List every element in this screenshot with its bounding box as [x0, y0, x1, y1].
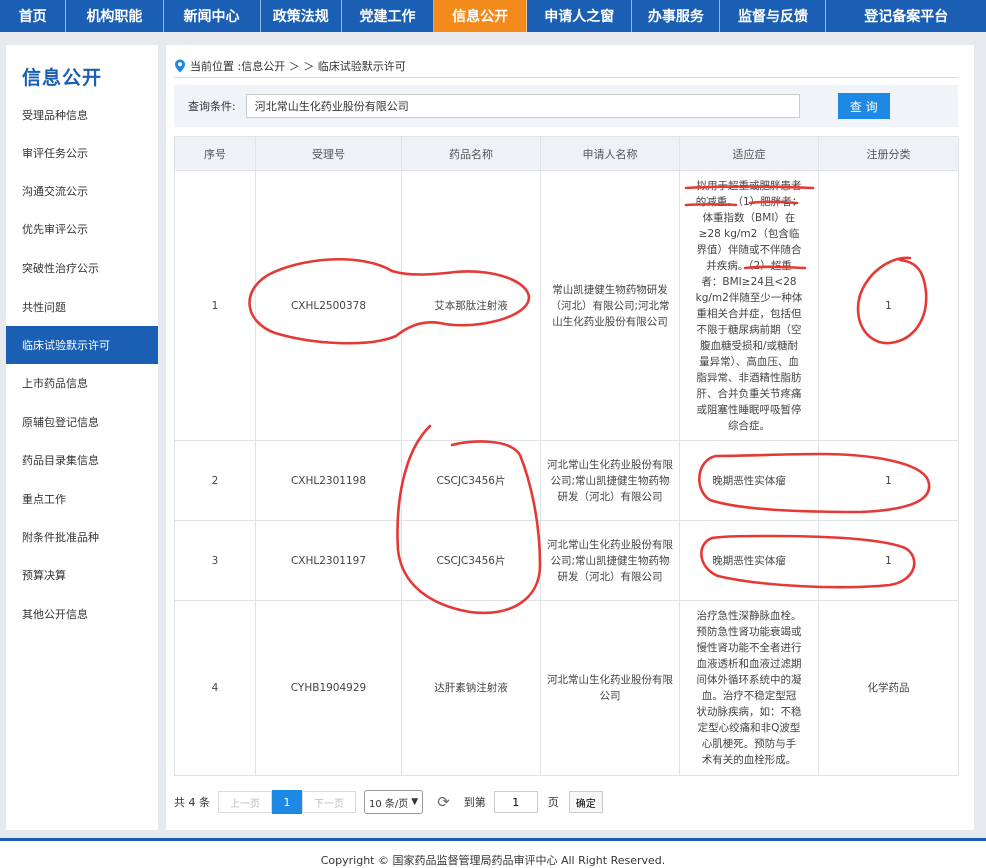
nav-item-registry[interactable]: 登记备案平台 — [826, 0, 986, 32]
sidebar-item-catalog[interactable]: 药品目录集信息 — [6, 441, 158, 479]
sidebar-item-accepted-varieties[interactable]: 受理品种信息 — [6, 96, 158, 134]
nav-item-service[interactable]: 办事服务 — [632, 0, 721, 32]
cell-applicant: 常山凯捷健生物药物研发（河北）有限公司;河北常山生化药业股份有限公司 — [540, 170, 680, 441]
nav-item-news[interactable]: 新闻中心 — [164, 0, 261, 32]
cell-category: 1 — [818, 520, 959, 601]
sidebar-item-marketed-drugs[interactable]: 上市药品信息 — [6, 364, 158, 402]
search-input[interactable] — [245, 94, 800, 118]
page-size-value: 10 条/页 — [369, 798, 409, 810]
cell-applicant: 河北常山生化药业股份有限公司;常山凯捷健生物药物研发（河北）有限公司 — [540, 440, 680, 521]
goto-unit: 页 — [547, 796, 559, 809]
goto-confirm-button[interactable]: 确定 — [568, 791, 603, 813]
cell-indication: 晚期恶性实体瘤 — [679, 440, 819, 521]
sidebar-item-key-work[interactable]: 重点工作 — [6, 480, 158, 518]
sidebar-item-breakthrough[interactable]: 突破性治疗公示 — [6, 249, 158, 287]
chevron-down-icon: ▼ — [411, 797, 419, 807]
cell-drug-name: 达肝素钠注射液 — [401, 600, 541, 776]
search-label: 查询条件: — [188, 100, 236, 113]
page-size-select[interactable]: 10 条/页 ▼ — [364, 790, 424, 814]
nav-item-policy[interactable]: 政策法规 — [261, 0, 342, 32]
top-nav: 首页 机构职能 新闻中心 政策法规 党建工作 信息公开 申请人之窗 办事服务 监… — [0, 0, 986, 32]
cell-drug-name: 艾本那肽注射液 — [401, 170, 541, 441]
cell-applicant: 河北常山生化药业股份有限公司;常山凯捷健生物药物研发（河北）有限公司 — [540, 520, 680, 601]
nav-item-home[interactable]: 首页 — [0, 0, 67, 32]
sidebar-item-priority-review[interactable]: 优先审评公示 — [6, 210, 158, 248]
breadcrumb-prefix: 当前位置 : — [190, 60, 242, 73]
sidebar-item-conditional[interactable]: 附条件批准品种 — [6, 518, 158, 556]
table-row: 3 CXHL2301197 CSCJC3456片 河北常山生化药业股份有限公司;… — [174, 520, 959, 601]
header-applicant: 申请人名称 — [540, 136, 680, 171]
goto-label: 到第 — [463, 796, 486, 809]
cell-category: 化学药品 — [818, 600, 959, 776]
cell-index: 4 — [174, 600, 256, 776]
nav-item-applicant[interactable]: 申请人之窗 — [527, 0, 633, 32]
header-acceptance-no: 受理号 — [255, 136, 402, 171]
goto-page-input[interactable] — [493, 791, 538, 813]
sidebar-item-clinical-trial[interactable]: 临床试验默示许可 — [6, 326, 158, 364]
sidebar-item-budget[interactable]: 预算决算 — [6, 556, 158, 594]
sidebar-item-other[interactable]: 其他公开信息 — [6, 595, 158, 633]
cell-category: 1 — [818, 170, 959, 441]
cell-applicant: 河北常山生化药业股份有限公司 — [540, 600, 680, 776]
search-bar: 查询条件: 查 询 — [174, 85, 958, 127]
table-row: 2 CXHL2301198 CSCJC3456片 河北常山生化药业股份有限公司;… — [174, 440, 959, 521]
sidebar-item-common-issues[interactable]: 共性问题 — [6, 288, 158, 326]
cell-acceptance-no: CXHL2301197 — [255, 520, 402, 601]
cell-index: 1 — [174, 170, 256, 441]
nav-item-party[interactable]: 党建工作 — [342, 0, 435, 32]
cell-indication: 拟用于超重或肥胖患者 的减重。（1）肥胖者： 体重指数（BMI）在 ≥28 kg/m2… — [679, 170, 819, 441]
main-panel: 当前位置 : 信息公开 ＞ ＞ 临床试验默示许可 查询条件: 查 询 序号 受理… — [166, 45, 974, 830]
sidebar-title: 信息公开 — [22, 67, 103, 89]
cell-acceptance-no: CXHL2301198 — [255, 440, 402, 521]
table-header-row: 序号 受理号 药品名称 申请人名称 适应症 注册分类 — [174, 136, 959, 171]
prev-page-button[interactable]: 上一页 — [218, 791, 272, 813]
header-category: 注册分类 — [818, 136, 959, 171]
footer-divider — [0, 838, 986, 841]
nav-item-supervise[interactable]: 监督与反馈 — [720, 0, 827, 32]
header-drug-name: 药品名称 — [401, 136, 541, 171]
search-button[interactable]: 查 询 — [837, 93, 890, 119]
table-row: 1 CXHL2500378 艾本那肽注射液 常山凯捷健生物药物研发（河北）有限公… — [174, 170, 959, 441]
cell-category: 1 — [818, 440, 959, 521]
breadcrumb: 当前位置 : 信息公开 ＞ ＞ 临床试验默示许可 — [174, 55, 958, 78]
sidebar-item-review-tasks[interactable]: 审评任务公示 — [6, 134, 158, 172]
cell-drug-name: CSCJC3456片 — [401, 520, 541, 601]
cell-acceptance-no: CXHL2500378 — [255, 170, 402, 441]
nav-item-info-public[interactable]: 信息公开 — [434, 0, 528, 32]
cell-index: 2 — [174, 440, 256, 521]
cell-drug-name: CSCJC3456片 — [401, 440, 541, 521]
sidebar-item-excipient[interactable]: 原辅包登记信息 — [6, 403, 158, 441]
refresh-icon[interactable]: ⟳ — [437, 793, 450, 811]
sidebar: 信息公开 受理品种信息 审评任务公示 沟通交流公示 优先审评公示 突破性治疗公示… — [6, 45, 158, 830]
table-row: 4 CYHB1904929 达肝素钠注射液 河北常山生化药业股份有限公司 治疗急… — [174, 600, 959, 776]
pager-total: 共 4 条 — [174, 796, 210, 809]
cell-indication: 晚期恶性实体瘤 — [679, 520, 819, 601]
results-table: 序号 受理号 药品名称 申请人名称 适应症 注册分类 1 CXHL2500378… — [174, 136, 959, 776]
next-page-button[interactable]: 下一页 — [302, 791, 356, 813]
breadcrumb-path[interactable]: 信息公开 ＞ ＞ 临床试验默示许可 — [241, 58, 406, 74]
nav-item-org[interactable]: 机构职能 — [66, 0, 164, 32]
footer-copyright: Copyright © 国家药品监督管理局药品审评中心 All Right Re… — [320, 854, 666, 867]
cell-acceptance-no: CYHB1904929 — [255, 600, 402, 776]
pagination: 共 4 条 上一页 1 下一页 10 条/页 ▼ ⟳ 到第 页 确定 — [174, 790, 603, 814]
cell-indication: 治疗急性深静脉血栓。 预防急性肾功能衰竭或 慢性肾功能不全者进行 血液透析和血液过滤期… — [679, 600, 819, 776]
sidebar-item-communication[interactable]: 沟通交流公示 — [6, 172, 158, 210]
header-index: 序号 — [174, 136, 256, 171]
cell-index: 3 — [174, 520, 256, 601]
header-indication: 适应症 — [679, 136, 819, 171]
location-pin-icon — [175, 59, 185, 73]
page-number-button[interactable]: 1 — [272, 790, 302, 814]
